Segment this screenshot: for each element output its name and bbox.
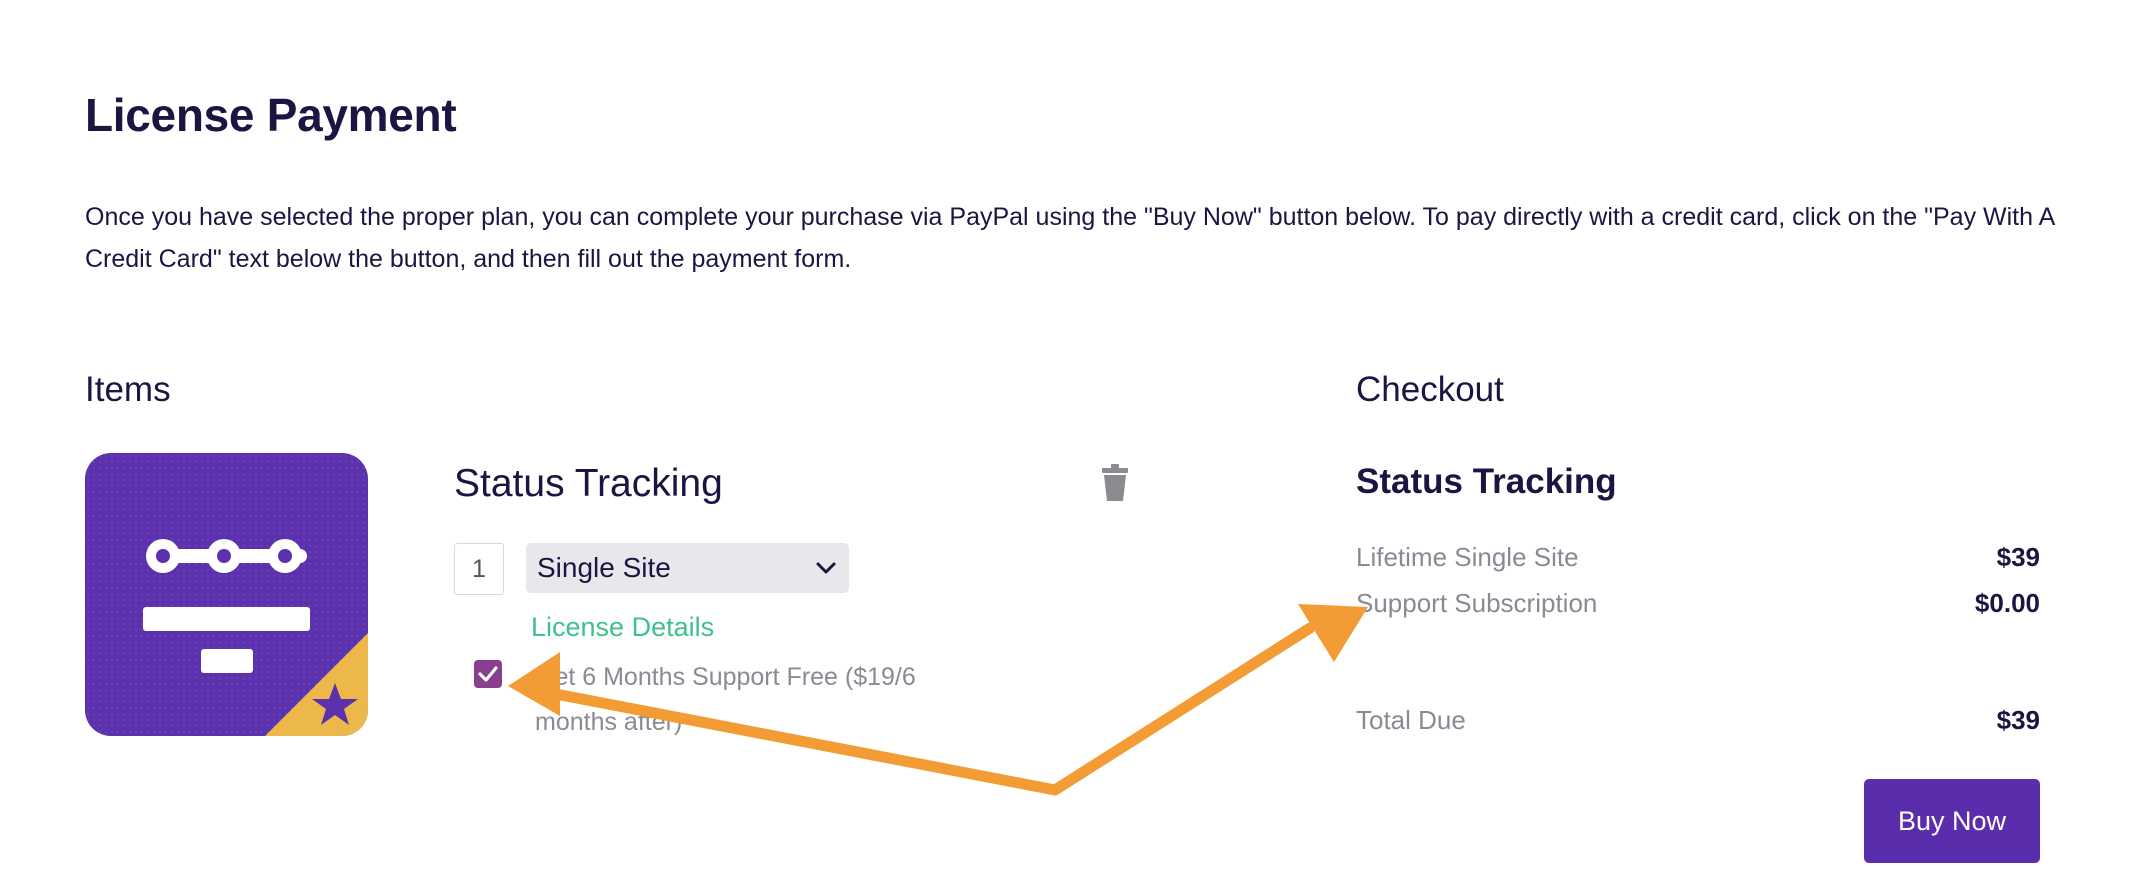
line-label-lifetime: Lifetime Single Site (1356, 542, 1579, 572)
line-value-lifetime: $39 (1996, 542, 2040, 572)
checkmark-icon (478, 666, 498, 682)
license-details-link[interactable]: License Details (531, 612, 714, 643)
checkout-item-name: Status Tracking (1356, 462, 1617, 501)
page-title: License Payment (85, 89, 457, 141)
product-icon (85, 453, 368, 736)
plan-select[interactable]: Single Site (526, 543, 849, 593)
support-checkbox[interactable] (474, 660, 502, 688)
trash-icon[interactable] (1100, 464, 1130, 502)
checkout-heading: Checkout (1356, 370, 1504, 409)
status-tracking-product-icon (143, 539, 368, 736)
total-value: $39 (1996, 705, 2040, 735)
total-label: Total Due (1356, 705, 1466, 735)
items-heading: Items (85, 370, 171, 409)
item-name: Status Tracking (454, 462, 723, 505)
plan-select-value: Single Site (537, 552, 671, 583)
line-value-support: $0.00 (1974, 588, 2040, 618)
line-label-support: Support Subscription (1356, 588, 1598, 618)
buy-now-button[interactable]: Buy Now (1864, 779, 2040, 863)
intro-text: Once you have selected the proper plan, … (85, 203, 2054, 273)
chevron-down-icon (816, 562, 836, 574)
support-checkbox-label: Get 6 Months Support Free ($19/6 months … (535, 663, 916, 736)
quantity-input[interactable]: 1 (454, 543, 504, 595)
